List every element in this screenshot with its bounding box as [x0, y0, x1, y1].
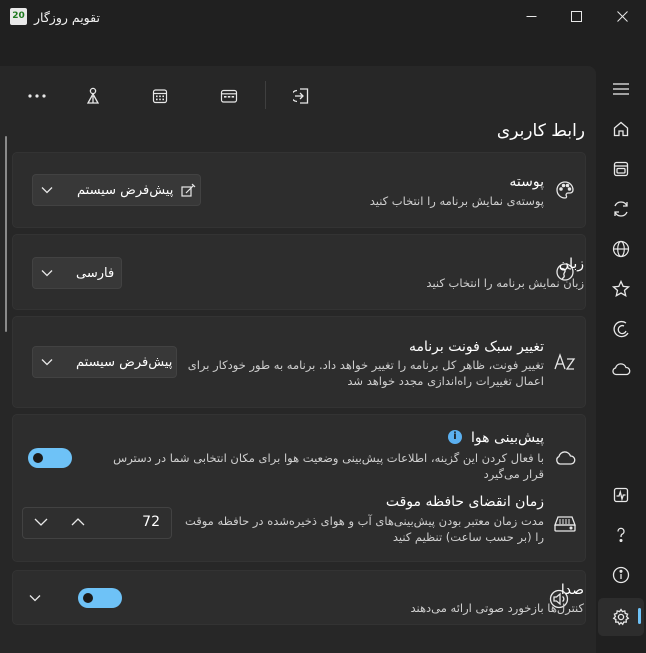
- theme-brush-icon: [181, 183, 196, 197]
- font-title: تغییر سبک فونت برنامه: [408, 339, 544, 355]
- language-description: زبان نمایش برنامه را انتخاب کنید: [426, 276, 584, 290]
- nav-weather[interactable]: [598, 351, 644, 387]
- nav-home[interactable]: [598, 111, 644, 147]
- person-pin-button[interactable]: [75, 82, 111, 110]
- toolbar-divider: [265, 81, 266, 109]
- scrollbar[interactable]: [5, 136, 7, 332]
- sync-icon: [614, 201, 628, 217]
- sound-toggle[interactable]: [78, 588, 122, 608]
- hamburger-icon: [613, 83, 629, 95]
- calendar-box-icon: [613, 161, 629, 177]
- skin-title: پوسته: [509, 174, 544, 190]
- app-icon: 20: [10, 8, 27, 25]
- home-icon: [613, 121, 629, 137]
- language-title: زبان: [558, 256, 584, 272]
- chevron-down-icon: [41, 187, 53, 194]
- decrement-button[interactable]: [34, 516, 50, 530]
- language-dropdown-value: فارسی: [76, 265, 115, 281]
- palette-icon: [553, 178, 577, 202]
- nav-convert[interactable]: [598, 191, 644, 227]
- nav-world[interactable]: [598, 231, 644, 267]
- cache-title: زمان انقضای حافظه موقت: [385, 494, 544, 510]
- toggle-knob: [33, 453, 43, 463]
- weather-title: پیش‌بینی هوا: [471, 430, 544, 446]
- cache-description: مدت زمان معتبر بودن پیش‌بینی‌های آب و هو…: [184, 514, 544, 544]
- activity-icon: [613, 487, 629, 503]
- calendar-event-button[interactable]: [211, 82, 247, 110]
- sound-expand-button[interactable]: [29, 591, 43, 605]
- maximize-button[interactable]: [553, 0, 599, 32]
- weather-toggle[interactable]: [28, 448, 72, 468]
- settings-icon: [612, 608, 630, 626]
- more-icon: [28, 94, 46, 98]
- cloud-icon: [553, 446, 577, 470]
- info-icon: [612, 566, 630, 584]
- font-dropdown-value: پیش‌فرض سیستم: [76, 354, 173, 370]
- nav-moon[interactable]: [598, 311, 644, 347]
- font-description: تغییر فونت، ظاهر کل برنامه را تغییر خواه…: [164, 357, 544, 389]
- window-title: تقویم روزگار: [34, 10, 100, 25]
- moon-icon: [613, 320, 629, 338]
- nav-help[interactable]: [598, 517, 644, 553]
- import-button[interactable]: [284, 82, 320, 110]
- globe-icon: [612, 240, 630, 258]
- maximize-icon: [570, 10, 582, 22]
- info-icon[interactable]: i: [448, 430, 462, 444]
- close-button[interactable]: [599, 0, 645, 32]
- weather-description: با فعال کردن این گزینه، اطلاعات پیش‌بینی…: [113, 451, 544, 481]
- nav-favorites[interactable]: [598, 271, 644, 307]
- section-title: رابط کاربری: [496, 121, 585, 141]
- skin-description: پوسته‌ی نمایش برنامه را انتخاب کنید: [369, 194, 544, 208]
- font-dropdown[interactable]: پیش‌فرض سیستم: [32, 346, 177, 378]
- person-pin-icon: [86, 87, 100, 104]
- storage-icon: [553, 512, 577, 536]
- chevron-down-icon: [41, 359, 53, 366]
- skin-dropdown[interactable]: پیش‌فرض سیستم: [32, 174, 201, 206]
- help-icon: [617, 527, 625, 543]
- sound-description: کنترل‌ها بازخورد صوتی ارائه می‌دهند: [410, 601, 584, 615]
- nav-selection-indicator: [638, 608, 641, 624]
- close-icon: [616, 10, 628, 22]
- calendar-grid-icon: [152, 89, 168, 104]
- chevron-down-icon: [34, 518, 48, 526]
- nav-about[interactable]: [598, 557, 644, 593]
- language-dropdown[interactable]: فارسی: [32, 257, 122, 289]
- star-icon: [612, 280, 630, 298]
- nav-calendar[interactable]: [598, 151, 644, 187]
- calendar-event-icon: [220, 89, 238, 103]
- chevron-up-icon: [71, 518, 85, 526]
- more-button[interactable]: [19, 82, 55, 110]
- nav-activity[interactable]: [598, 477, 644, 513]
- font-icon: [553, 350, 577, 374]
- toggle-knob: [83, 593, 93, 603]
- sound-title: صدا: [560, 582, 584, 598]
- cache-value[interactable]: 72: [120, 514, 160, 530]
- chevron-down-icon: [29, 595, 41, 602]
- skin-dropdown-value: پیش‌فرض سیستم: [77, 182, 174, 198]
- minimize-button[interactable]: [508, 0, 554, 32]
- font-description-line1: تغییر فونت، ظاهر کل برنامه را تغییر خواه…: [187, 358, 544, 372]
- font-description-line2: اعمال تغییرات راه‌اندازی مجدد خواهد شد: [347, 374, 544, 388]
- cloud-icon: [612, 363, 631, 376]
- calendar-grid-button[interactable]: [142, 82, 178, 110]
- nav-menu-button[interactable]: [598, 71, 644, 107]
- chevron-down-icon: [41, 270, 53, 277]
- increment-button[interactable]: [71, 516, 87, 530]
- minimize-icon: [526, 15, 536, 17]
- import-icon: [293, 88, 309, 104]
